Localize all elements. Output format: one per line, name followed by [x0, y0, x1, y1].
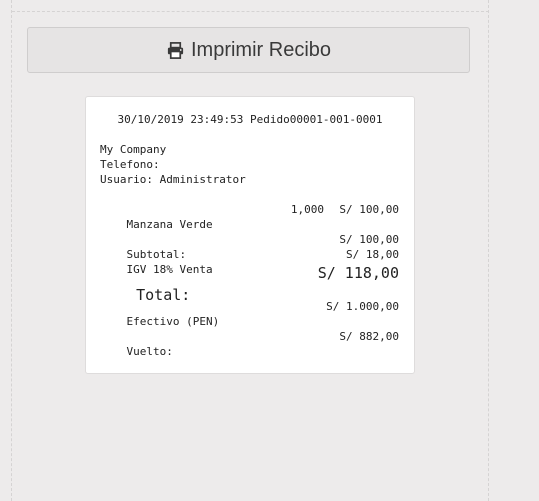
receipt-item-quantity: 1,000	[290, 203, 324, 216]
layout-guide-right	[488, 0, 489, 501]
receipt-subtotal-row: Subtotal: S/ 100,00	[100, 232, 400, 261]
receipt-tax-value: S/ 18,00	[346, 248, 399, 261]
receipt-company: My Company	[100, 143, 167, 156]
layout-guide-top	[12, 11, 489, 12]
receipt-total-row: Total: S/ 118,00	[100, 262, 399, 304]
receipt-item-row: Manzana Verde 1,000 S/ 100,00	[100, 202, 400, 231]
receipt-payment-row: Efectivo (PEN) S/ 1.000,00	[100, 299, 400, 328]
receipt-header: 30/10/2019 23:49:53 Pedido00001-001-0001	[117, 113, 383, 126]
receipt-change-value: S/ 882,00	[339, 330, 399, 343]
receipt-payment-value: S/ 1.000,00	[326, 300, 399, 313]
receipt-panel: 30/10/2019 23:49:53 Pedido00001-001-0001…	[85, 96, 415, 374]
receipt-subtotal-value: S/ 100,00	[339, 233, 399, 246]
printer-icon	[166, 41, 185, 60]
layout-guide-left	[11, 0, 12, 501]
print-receipt-button[interactable]: Imprimir Recibo	[27, 27, 470, 73]
receipt-item-name: Manzana Verde	[126, 218, 213, 231]
print-receipt-label: Imprimir Recibo	[190, 38, 332, 61]
receipt-change-row: Vuelto: S/ 882,00	[100, 329, 400, 358]
receipt-tax-row: IGV 18% Venta S/ 18,00	[100, 247, 400, 276]
receipt-item-amount: S/ 100,00	[339, 203, 399, 216]
receipt-change-label: Vuelto:	[126, 345, 173, 358]
receipt-phone: Telefono:	[100, 158, 160, 171]
receipt-payment-label: Efectivo (PEN)	[126, 315, 220, 328]
receipt-total-value: S/ 118,00	[317, 264, 399, 282]
receipt-user: Usuario: Administrator	[100, 173, 246, 186]
